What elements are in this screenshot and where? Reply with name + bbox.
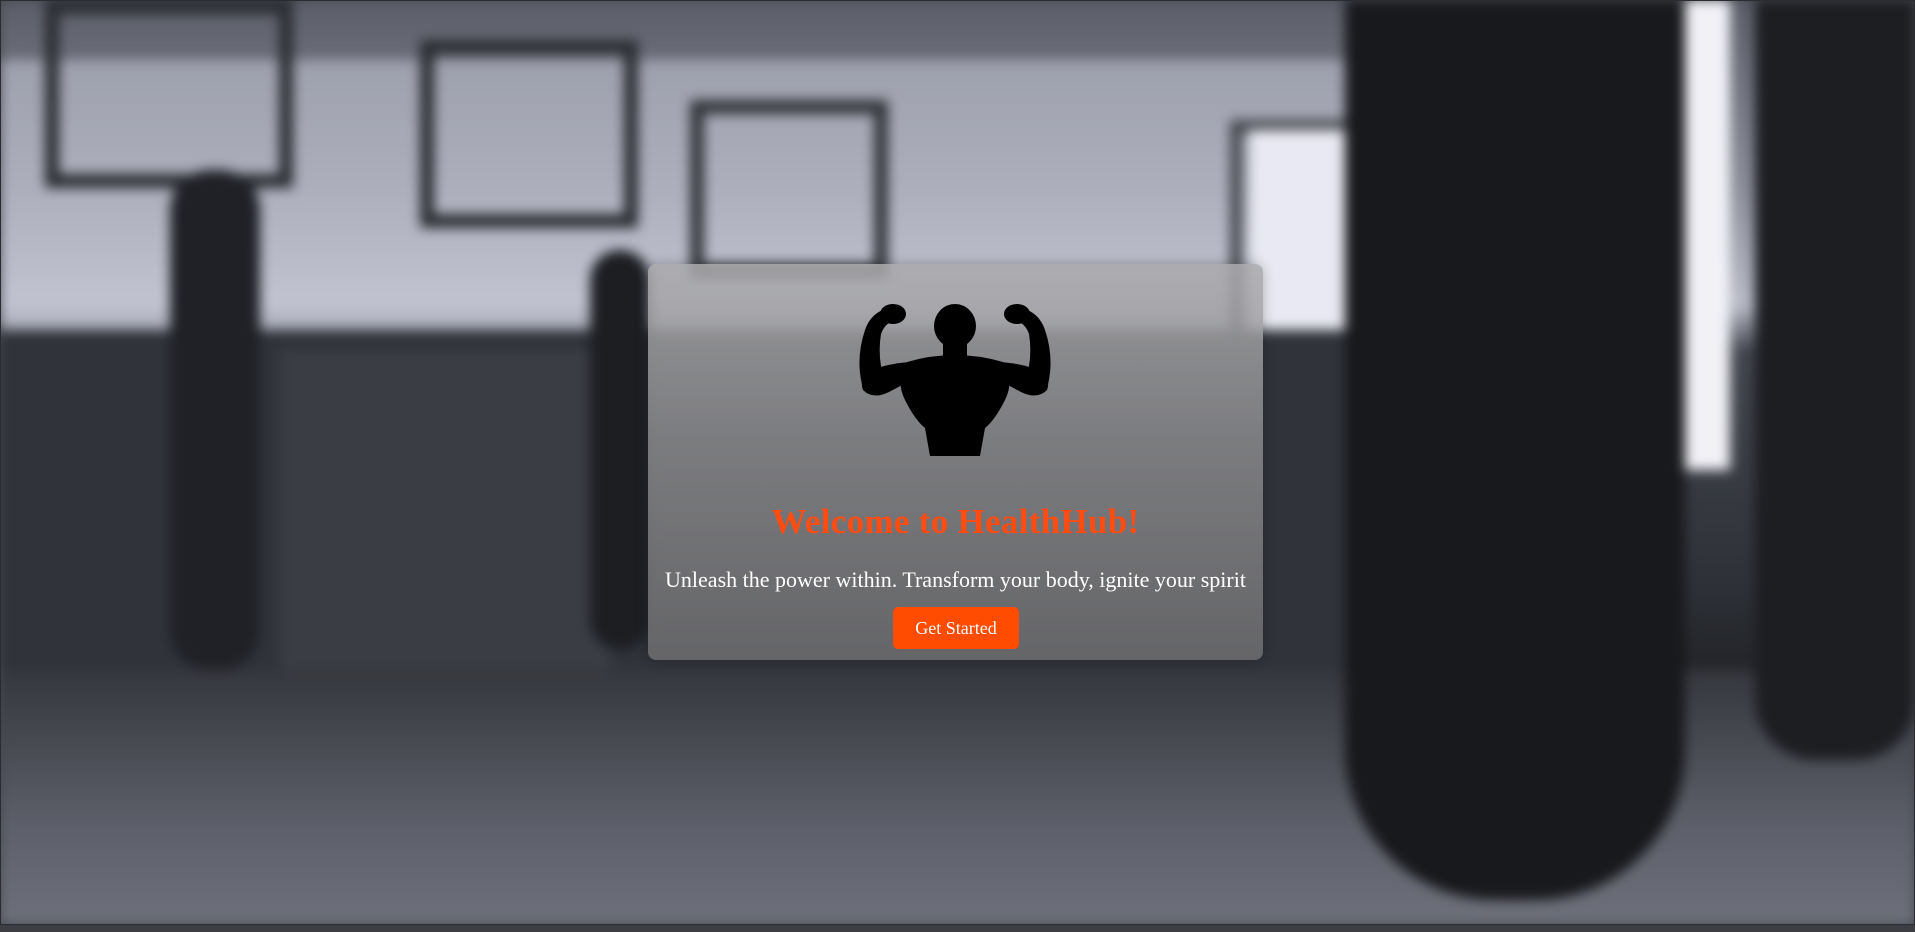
page-title: Welcome to HealthHub! <box>771 502 1140 541</box>
landing-page: Welcome to HealthHub! Unleash the power … <box>0 0 1915 932</box>
bottom-edge <box>0 925 1915 932</box>
welcome-card: Welcome to HealthHub! Unleash the power … <box>648 264 1263 660</box>
flexing-bodybuilder-icon <box>859 304 1051 456</box>
get-started-button[interactable]: Get Started <box>893 607 1019 649</box>
tagline: Unleash the power within. Transform your… <box>665 567 1246 592</box>
